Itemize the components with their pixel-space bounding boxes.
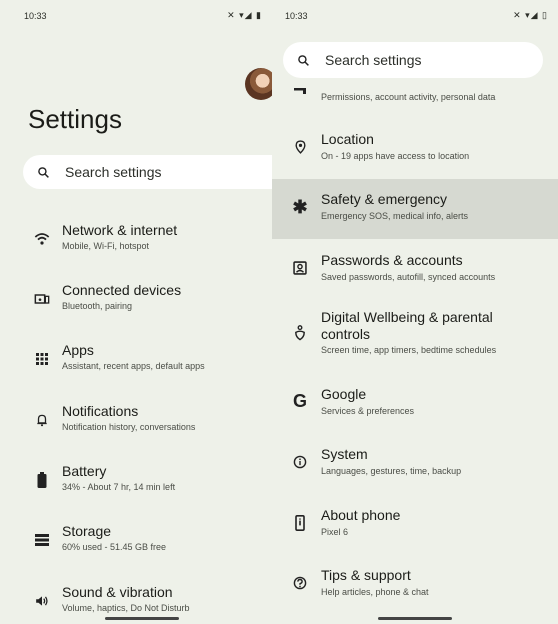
battery-icon xyxy=(32,470,52,490)
item-title: Location xyxy=(321,131,374,147)
search-bar[interactable]: Search settings xyxy=(23,155,272,189)
settings-item-safety[interactable]: ✱ Safety & emergency Emergency SOS, medi… xyxy=(272,179,558,239)
devices-icon xyxy=(32,289,52,309)
item-subtitle: 60% used - 51.45 GB free xyxy=(62,542,167,552)
settings-item-location[interactable]: Location On - 19 apps have access to loc… xyxy=(272,119,558,179)
item-title: Google xyxy=(321,386,367,402)
item-subtitle: Services & preferences xyxy=(321,406,415,416)
item-title: Notifications xyxy=(62,403,139,419)
help-icon xyxy=(290,573,310,593)
wifi-icon xyxy=(32,229,52,249)
item-title: Connected devices xyxy=(62,282,182,298)
settings-item-about-phone[interactable]: About phone Pixel 6 xyxy=(272,495,558,555)
privacy-icon xyxy=(290,80,310,100)
search-placeholder: Search settings xyxy=(65,164,162,180)
item-subtitle: Languages, gestures, time, backup xyxy=(321,466,462,476)
gesture-nav-handle[interactable] xyxy=(378,617,452,620)
settings-item-digital-wellbeing[interactable]: Digital Wellbeing & parental controls Sc… xyxy=(272,303,558,373)
item-title: Apps xyxy=(62,342,94,358)
status-bar: 10:33 ✕ ▾◢ ▮ xyxy=(12,0,272,32)
gesture-nav-handle[interactable] xyxy=(105,617,179,620)
item-title: Tips & support xyxy=(321,567,411,583)
item-title: About phone xyxy=(321,507,401,523)
status-icons: ✕ ▾◢ ▮ xyxy=(227,10,262,20)
item-subtitle: Pixel 6 xyxy=(321,527,349,537)
settings-item-network[interactable]: Network & internet Mobile, Wi-Fi, hotspo… xyxy=(12,210,272,270)
item-subtitle: Bluetooth, pairing xyxy=(62,301,133,311)
speaker-icon xyxy=(32,591,52,611)
settings-item-passwords[interactable]: Passwords & accounts Saved passwords, au… xyxy=(272,240,558,300)
search-bar[interactable]: Search settings xyxy=(283,42,543,78)
settings-item-battery[interactable]: Battery 34% - About 7 hr, 14 min left xyxy=(12,451,272,511)
item-title: Sound & vibration xyxy=(62,584,173,600)
item-title: Storage xyxy=(62,523,112,539)
search-icon xyxy=(297,54,313,67)
bell-icon xyxy=(32,410,52,430)
settings-home-screen: 10:33 ✕ ▾◢ ▮ Settings Search settings Ne… xyxy=(12,0,272,624)
item-subtitle: Mobile, Wi-Fi, hotspot xyxy=(62,241,150,251)
storage-icon xyxy=(32,530,52,550)
item-title: Network & internet xyxy=(62,222,178,238)
item-subtitle: Permissions, account activity, personal … xyxy=(321,92,496,102)
item-title: Battery xyxy=(62,463,107,479)
status-time: 10:33 xyxy=(285,11,308,21)
item-title: Passwords & accounts xyxy=(321,252,463,268)
item-subtitle: Screen time, app timers, bedtime schedul… xyxy=(321,345,497,355)
settings-item-notifications[interactable]: Notifications Notification history, conv… xyxy=(12,391,272,451)
settings-scrolled-screen: 10:33 ✕ ▾◢ ▯ Permissions, account activi… xyxy=(272,0,558,624)
item-subtitle: Help articles, phone & chat xyxy=(321,587,429,597)
status-icons: ✕ ▾◢ ▯ xyxy=(513,10,548,20)
settings-item-apps[interactable]: Apps Assistant, recent apps, default app… xyxy=(12,330,272,390)
item-title: System xyxy=(321,446,368,462)
settings-item-connected-devices[interactable]: Connected devices Bluetooth, pairing xyxy=(12,270,272,330)
item-subtitle: Volume, haptics, Do Not Disturb xyxy=(62,603,190,613)
search-placeholder: Search settings xyxy=(325,52,422,68)
search-icon xyxy=(37,166,53,179)
item-subtitle: Assistant, recent apps, default apps xyxy=(62,361,205,371)
account-box-icon xyxy=(290,258,310,278)
google-icon: G xyxy=(292,390,307,411)
item-title: Safety & emergency xyxy=(321,191,448,207)
apps-grid-icon xyxy=(32,349,52,369)
status-time: 10:33 xyxy=(24,11,47,21)
asterisk-icon: ✱ xyxy=(292,196,308,217)
avatar[interactable] xyxy=(245,68,272,100)
item-subtitle: Saved passwords, autofill, synced accoun… xyxy=(321,272,496,282)
settings-item-system[interactable]: System Languages, gestures, time, backup xyxy=(272,434,558,494)
info-icon xyxy=(290,452,310,472)
wellbeing-icon xyxy=(290,323,310,343)
item-subtitle: Notification history, conversations xyxy=(62,422,196,432)
settings-item-storage[interactable]: Storage 60% used - 51.45 GB free xyxy=(12,511,272,571)
phone-icon xyxy=(290,513,310,533)
settings-item-tips-support[interactable]: Tips & support Help articles, phone & ch… xyxy=(272,555,558,615)
item-subtitle: 34% - About 7 hr, 14 min left xyxy=(62,482,176,492)
page-title: Settings xyxy=(28,104,122,134)
item-subtitle: Emergency SOS, medical info, alerts xyxy=(321,211,469,221)
item-subtitle: On - 19 apps have access to location xyxy=(321,151,470,161)
location-pin-icon xyxy=(290,137,310,157)
item-title: Digital Wellbeing & parental controls xyxy=(321,309,493,342)
status-bar: 10:33 ✕ ▾◢ ▯ xyxy=(272,0,558,32)
settings-item-google[interactable]: G Google Services & preferences xyxy=(272,374,558,434)
